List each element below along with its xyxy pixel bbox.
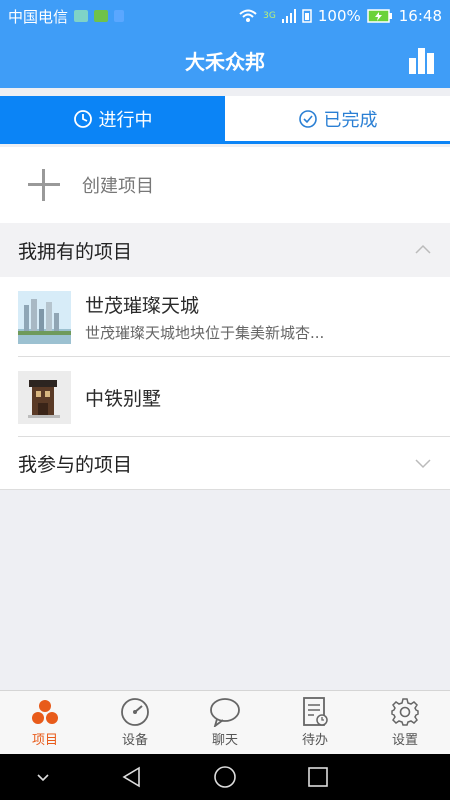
gauge-icon	[121, 698, 149, 726]
back-icon[interactable]	[121, 766, 143, 788]
project-name: 世茂璀璨天城	[85, 295, 200, 317]
section-title: 我拥有的项目	[18, 240, 133, 263]
bottom-tab-device[interactable]: 设备	[90, 691, 180, 754]
notification-icon	[114, 10, 125, 22]
project-thumbnail	[18, 370, 71, 424]
bottom-tab-chat[interactable]: 聊天	[180, 691, 270, 754]
bottom-tab-todo[interactable]: 待办	[270, 691, 360, 754]
notification-icon	[74, 10, 89, 22]
todo-icon	[303, 697, 328, 726]
network-type-label: 3G	[263, 11, 276, 21]
plus-icon	[28, 169, 60, 201]
status-tabs: 进行中 已完成	[0, 96, 450, 144]
tab-label: 进行中	[98, 109, 153, 131]
carrier-label: 中国电信	[8, 7, 69, 26]
chat-icon	[210, 698, 240, 727]
clock: 16:48	[398, 7, 442, 25]
chevron-up-icon	[415, 244, 431, 254]
project-icon	[32, 700, 58, 724]
bottom-tab-settings[interactable]: 设置	[360, 691, 450, 754]
status-bar: 中国电信 3G 100% 16:48	[0, 0, 450, 32]
battery-saver-icon	[302, 9, 312, 23]
bottom-tab-project[interactable]: 项目	[0, 691, 90, 754]
bottom-tab-label: 聊天	[211, 733, 238, 748]
project-item[interactable]: 世茂璀璨天城 世茂璀璨天城地块位于集美新城杏...	[0, 277, 450, 357]
bottom-tab-label: 设备	[121, 733, 148, 748]
owned-projects-header[interactable]: 我拥有的项目	[0, 223, 450, 277]
tab-in-progress[interactable]: 进行中	[0, 96, 225, 141]
page-title: 大禾众邦	[185, 49, 265, 74]
project-description: 世茂璀璨天城地块位于集美新城杏...	[85, 324, 325, 342]
project-name: 中铁别墅	[85, 387, 162, 410]
battery-icon	[367, 9, 392, 23]
tab-label: 已完成	[323, 109, 378, 131]
chevron-down-icon	[415, 459, 431, 469]
project-item[interactable]: 中铁别墅	[0, 357, 450, 437]
gear-icon	[391, 698, 419, 726]
bottom-tab-label: 设置	[391, 733, 418, 748]
create-project-label: 创建项目	[82, 176, 154, 197]
signal-icon	[281, 9, 296, 23]
create-project-button[interactable]: 创建项目	[0, 147, 450, 223]
joined-projects-header[interactable]: 我参与的项目	[0, 437, 450, 490]
clock-icon	[73, 109, 92, 128]
wifi-icon	[239, 9, 257, 22]
bottom-tab-label: 待办	[301, 733, 328, 748]
tab-completed[interactable]: 已完成	[225, 96, 450, 141]
chevron-down-icon[interactable]	[35, 769, 51, 785]
app-header: 大禾众邦	[0, 32, 450, 88]
bar-chart-icon[interactable]	[408, 46, 436, 74]
project-thumbnail	[18, 290, 71, 344]
notification-icon	[94, 10, 109, 22]
bottom-tab-bar: 项目 设备 聊天 待办 设置	[0, 690, 450, 754]
bottom-tab-label: 项目	[31, 733, 58, 748]
battery-percent: 100%	[317, 7, 361, 25]
check-circle-icon	[298, 109, 317, 128]
system-nav-bar	[0, 754, 450, 800]
recents-icon[interactable]	[307, 766, 329, 788]
home-icon[interactable]	[213, 765, 237, 789]
section-title: 我参与的项目	[18, 453, 133, 476]
